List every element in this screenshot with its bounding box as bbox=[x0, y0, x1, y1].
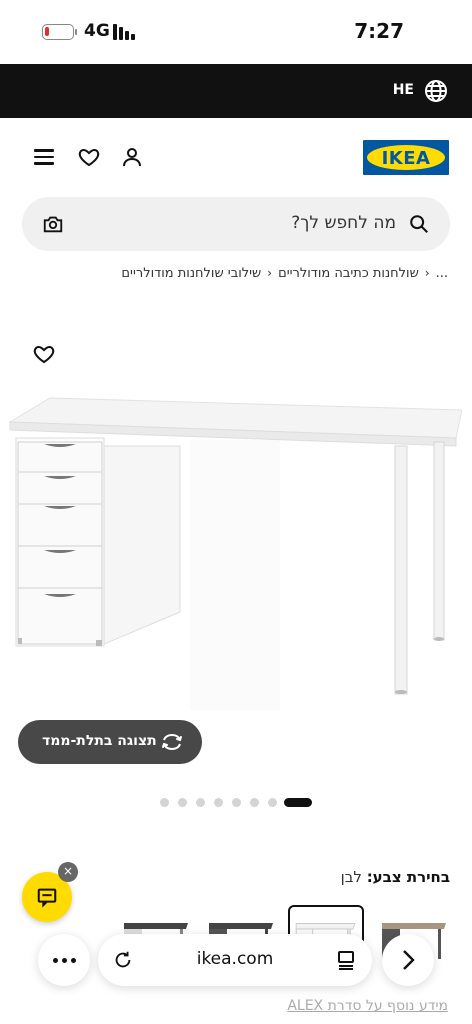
page-dot[interactable] bbox=[196, 798, 205, 807]
chat-close-button[interactable]: × bbox=[58, 862, 78, 882]
view-3d-label: תצוגה בתלת-ממד bbox=[42, 733, 157, 749]
more-options-button[interactable] bbox=[38, 934, 90, 986]
menu-icon[interactable] bbox=[34, 149, 54, 165]
camera-icon[interactable] bbox=[42, 213, 64, 235]
color-choice-value: לבן bbox=[340, 868, 362, 886]
search-bar[interactable]: מה לחפש לך? bbox=[22, 197, 450, 251]
rotate-3d-icon bbox=[162, 733, 182, 751]
language-bar: HE bbox=[0, 64, 472, 118]
ikea-logo[interactable]: IKEA bbox=[363, 140, 449, 175]
color-choice: בחירת צבע: לבן bbox=[341, 868, 450, 886]
breadcrumb-ellipsis[interactable]: ... bbox=[436, 266, 448, 281]
forward-button[interactable] bbox=[382, 934, 434, 986]
product-image[interactable] bbox=[0, 380, 472, 710]
wishlist-icon[interactable] bbox=[77, 145, 101, 169]
breadcrumb-item[interactable]: שילובי שולחנות מודולריים bbox=[121, 266, 261, 281]
signal-icon bbox=[113, 24, 139, 40]
address-bar[interactable]: ikea.com bbox=[98, 934, 372, 986]
search-input[interactable]: מה לחפש לך? bbox=[291, 213, 396, 233]
chat-icon bbox=[37, 888, 57, 908]
chevron-left-icon: ‹ bbox=[267, 266, 273, 280]
page-dot[interactable] bbox=[268, 798, 277, 807]
series-info-link[interactable]: מידע נוסף על סדרת ALEX bbox=[287, 998, 448, 1014]
breadcrumb: ... ‹ שולחנות כתיבה מודולריים ‹ שילובי ש… bbox=[121, 264, 448, 282]
view-3d-button[interactable]: תצוגה בתלת-ממד bbox=[18, 720, 202, 764]
page-dot[interactable] bbox=[160, 798, 169, 807]
tabs-icon[interactable] bbox=[336, 949, 356, 971]
add-to-wishlist-icon[interactable] bbox=[32, 342, 56, 366]
chevron-right-icon bbox=[403, 950, 415, 970]
page-dot[interactable] bbox=[232, 798, 241, 807]
breadcrumb-item[interactable]: שולחנות כתיבה מודולריים bbox=[278, 266, 419, 281]
page-dot-active[interactable] bbox=[284, 798, 312, 807]
page-dot[interactable] bbox=[214, 798, 223, 807]
page-dot[interactable] bbox=[178, 798, 187, 807]
chevron-left-icon: ‹ bbox=[424, 266, 430, 280]
battery-icon bbox=[42, 24, 77, 40]
language-code[interactable]: HE bbox=[393, 82, 414, 98]
image-pagination bbox=[160, 798, 320, 808]
url-text[interactable]: ikea.com bbox=[98, 949, 372, 969]
status-time: 7:27 bbox=[354, 19, 404, 43]
globe-icon[interactable] bbox=[424, 79, 448, 103]
network-type: 4G bbox=[84, 21, 110, 41]
status-bar: 4G 7:27 bbox=[0, 0, 472, 64]
user-icon[interactable] bbox=[120, 145, 144, 169]
page-dot[interactable] bbox=[250, 798, 259, 807]
search-icon[interactable] bbox=[408, 213, 430, 235]
color-choice-label: בחירת צבע: bbox=[366, 868, 450, 886]
